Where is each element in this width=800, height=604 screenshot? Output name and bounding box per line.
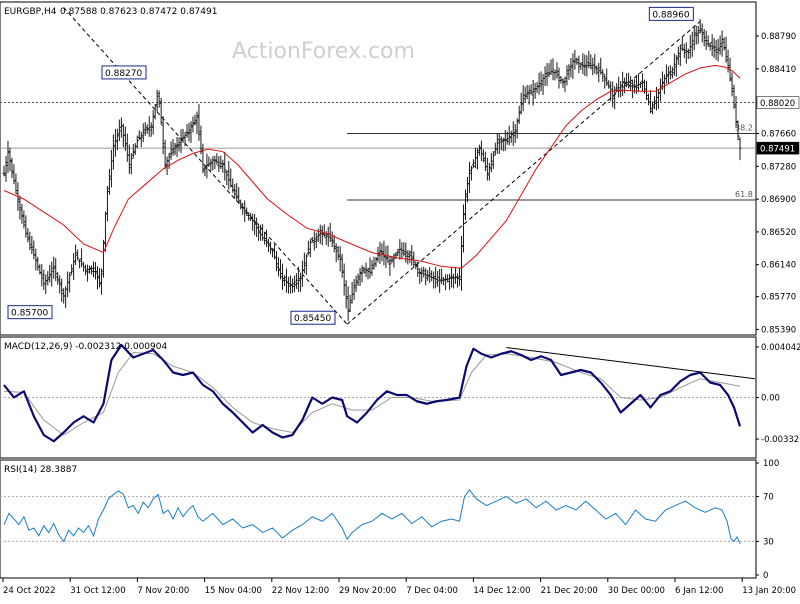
rsi-y-tick-label: 70 <box>763 493 774 503</box>
fib-level-label: 61.8 <box>735 190 753 199</box>
price-y-tick-label: 0.85770 <box>761 293 796 303</box>
price-y-tick-label: 0.87660 <box>761 130 796 140</box>
rsi-y-tick-label: 0 <box>763 571 768 581</box>
x-tick-label: 7 Nov 20:00 <box>137 586 189 596</box>
x-tick-label: 24 Oct 2022 <box>3 586 56 596</box>
macd-y-tick-label: 0.00 <box>761 394 780 404</box>
price-annotation-label: 0.85700 <box>11 309 48 319</box>
price-y-tick-label: 0.88790 <box>761 32 796 42</box>
price-annotation-label: 0.85450 <box>294 314 331 324</box>
x-tick-label: 29 Nov 20:00 <box>339 586 396 596</box>
x-tick-label: 14 Dec 12:00 <box>473 586 530 596</box>
x-tick-label: 7 Dec 04:00 <box>406 586 458 596</box>
price-y-tick-label: 0.88410 <box>761 65 796 75</box>
price-annotation-label: 0.88960 <box>652 10 689 20</box>
rsi-title: RSI(14) 28.3887 <box>4 465 77 475</box>
x-tick-label: 21 Dec 20:00 <box>541 586 598 596</box>
x-tick-label: 13 Jan 20:00 <box>742 586 796 596</box>
x-tick-label: 15 Nov 04:00 <box>205 586 262 596</box>
chart-window: ActionForex.com 38.2 61.8 0.88270 0.88960 0.… <box>0 0 800 600</box>
price-annotation-label: 0.88270 <box>105 69 142 79</box>
rsi-y-tick-label: 30 <box>763 537 774 547</box>
price-y-tick-label: 0.86140 <box>761 261 796 271</box>
macd-title: MACD(12,26,9) -0.002312 0.000904 <box>4 342 167 352</box>
level-tag-label: 0.88020 <box>760 99 795 109</box>
macd-y-tick-label: 0.004042 <box>761 343 800 353</box>
rsi-y-tick-label: 100 <box>763 459 779 469</box>
macd-y-tick-label: -0.003326 <box>761 435 800 445</box>
symbol-label: EURGBP,H4 <box>4 7 57 17</box>
x-tick-label: 31 Oct 12:00 <box>70 586 125 596</box>
x-tick-label: 30 Dec 00:00 <box>608 586 665 596</box>
current-price-tag-label: 0.87491 <box>760 145 795 155</box>
x-tick-label: 6 Jan 12:00 <box>675 586 723 596</box>
price-y-tick-label: 0.86900 <box>761 195 796 205</box>
chart-canvas: ActionForex.com 38.261.80.882700.889600.… <box>0 0 800 600</box>
x-tick-label: 22 Nov 12:00 <box>272 586 329 596</box>
watermark: ActionForex.com <box>232 39 415 64</box>
ohlc-label: 0.87588 0.87623 0.87472 0.87491 <box>60 7 217 17</box>
price-y-tick-label: 0.85390 <box>761 325 796 335</box>
price-y-tick-label: 0.87280 <box>761 162 796 172</box>
price-y-tick-label: 0.86520 <box>761 228 796 238</box>
